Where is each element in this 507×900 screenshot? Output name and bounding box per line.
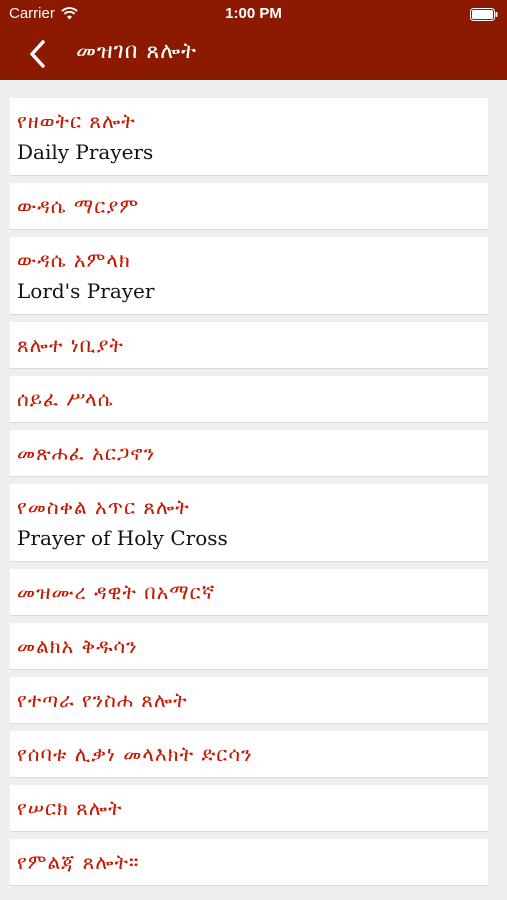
page-title: መዝገበ ጸሎት — [76, 39, 198, 64]
prayer-list-item[interactable]: የሠርክ ጸሎት — [10, 785, 488, 832]
prayer-list-item[interactable]: መልክአ ቅዱሳን — [10, 623, 488, 670]
status-bar: Carrier 1:00 PM — [0, 0, 507, 28]
prayer-title-english: Prayer of Holy Cross — [17, 526, 228, 550]
prayer-title-amharic: ውዳሴ ማርያም — [17, 194, 140, 218]
prayer-title-amharic: ውዳሴ አምላክ — [17, 248, 131, 272]
prayer-list-item[interactable]: መዝሙረ ዳዊት በአማርኛ — [10, 569, 488, 616]
back-button[interactable] — [26, 38, 56, 70]
prayer-title-amharic: መዝሙረ ዳዊት በአማርኛ — [17, 580, 216, 604]
prayer-title-amharic: የዘወትር ጸሎት — [17, 109, 136, 133]
prayer-title-amharic: የሠርክ ጸሎት — [17, 796, 123, 820]
prayer-title-amharic: የመስቀል አጥር ጸሎት — [17, 495, 190, 519]
prayer-list-item[interactable]: ሰይፈ ሥላሴ — [10, 376, 488, 423]
status-time: 1:00 PM — [225, 5, 282, 22]
chevron-left-icon — [30, 40, 45, 68]
prayer-title-amharic: የምልጃ ጸሎት። — [17, 850, 140, 874]
prayer-list-item[interactable]: የሰባቱ ሊቃነ መላእክት ድርሳን — [10, 731, 488, 778]
prayer-list-item[interactable]: የተጣራ የንስሐ ጸሎት — [10, 677, 488, 724]
prayer-list-item[interactable]: ውዳሴ አምላክ Lord's Prayer — [10, 237, 488, 315]
prayer-list-item[interactable]: የምልጃ ጸሎት። — [10, 839, 488, 886]
prayer-list-item[interactable]: ውዳሴ ማርያም — [10, 183, 488, 230]
prayer-list: የዘወትር ጸሎት Daily Prayers ውዳሴ ማርያም ውዳሴ አምላ… — [0, 80, 507, 900]
prayer-title-amharic: የሰባቱ ሊቃነ መላእክት ድርሳን — [17, 742, 253, 766]
prayer-list-item[interactable]: የመስቀል አጥር ጸሎት Prayer of Holy Cross — [10, 484, 488, 562]
prayer-title-amharic: ጸሎተ ነቢያት — [17, 333, 124, 357]
prayer-list-item[interactable]: ጸሎተ ነቢያት — [10, 322, 488, 369]
navigation-bar: መዝገበ ጸሎት — [0, 28, 507, 80]
prayer-title-amharic: የተጣራ የንስሐ ጸሎት — [17, 688, 188, 712]
prayer-title-english: Daily Prayers — [17, 140, 154, 164]
prayer-list-item[interactable]: መጽሐፈ አርጋኖን — [10, 430, 488, 477]
prayer-title-english: Lord's Prayer — [17, 279, 155, 303]
prayer-title-amharic: ሰይፈ ሥላሴ — [17, 387, 114, 411]
battery-icon — [470, 8, 498, 21]
prayer-title-amharic: መጽሐፈ አርጋኖን — [17, 441, 156, 465]
prayer-list-item[interactable]: የዘወትር ጸሎት Daily Prayers — [10, 98, 488, 176]
prayer-title-amharic: መልክአ ቅዱሳን — [17, 634, 138, 658]
